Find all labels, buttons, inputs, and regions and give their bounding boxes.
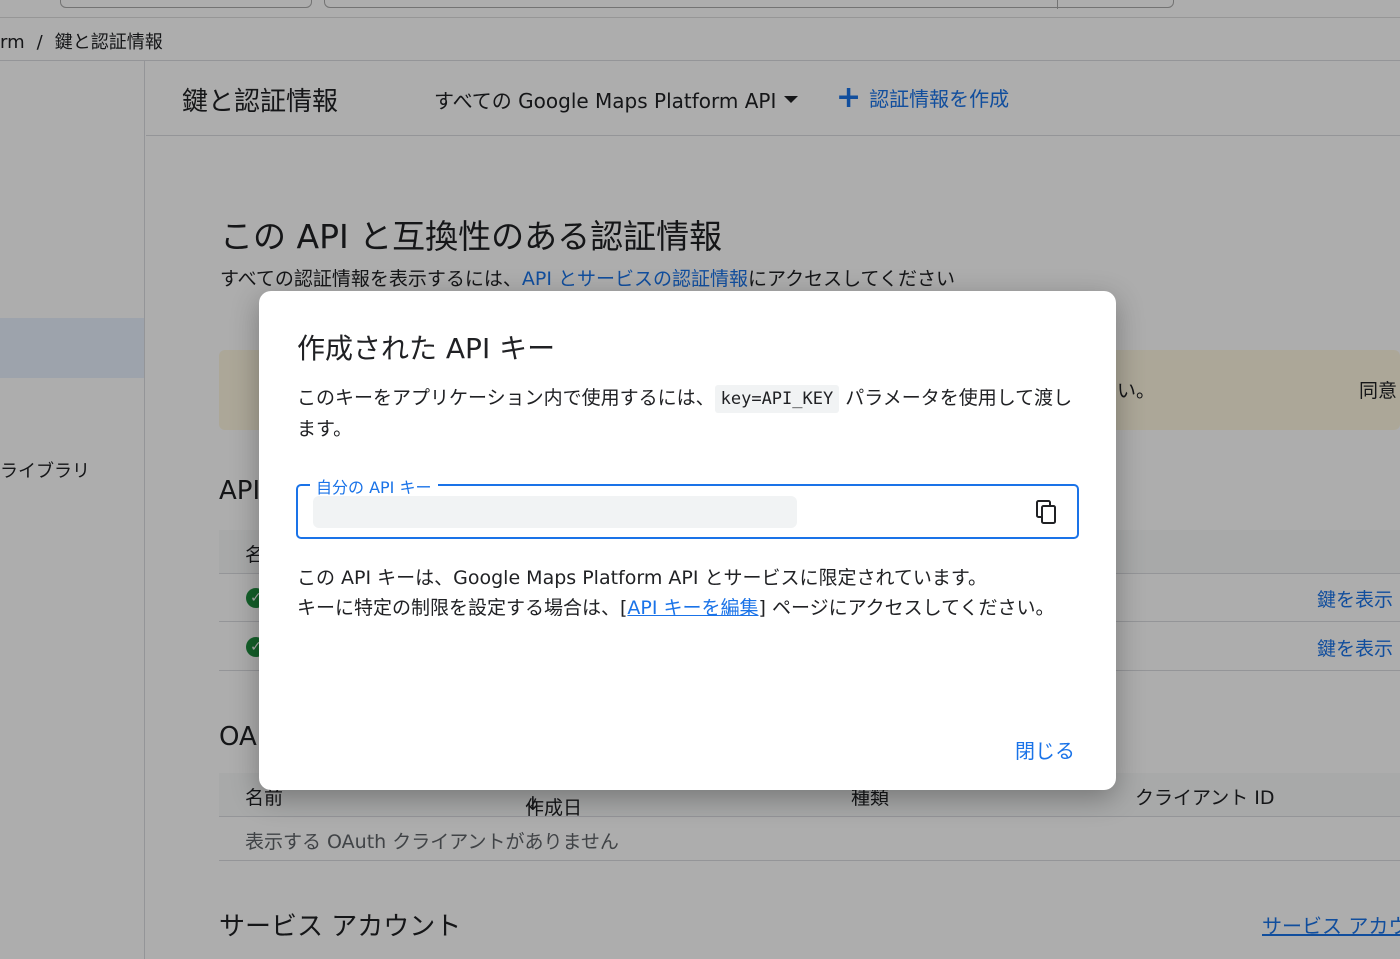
note-line-1: この API キーは、Google Maps Platform API とサービ… [297,567,988,589]
note-line-2: キーに特定の制限を設定する場合は、[API キーを編集] ページにアクセスしてく… [297,593,1087,623]
api-key-field-label: 自分の API キー [310,474,438,498]
code-snippet: key=API_KEY [714,385,840,413]
api-key-value[interactable] [313,496,797,528]
close-button[interactable]: 閉じる [1015,735,1075,764]
dialog-text-before: このキーをアプリケーション内で使用するには、 [297,387,715,409]
note-suffix: ] ページにアクセスしてください。 [758,597,1055,619]
note-prefix: キーに特定の制限を設定する場合は、[ [297,597,628,619]
api-key-field[interactable]: 自分の API キー [296,474,1079,539]
dialog-title: 作成された API キー [297,332,556,365]
edit-api-key-link[interactable]: API キーを編集 [627,597,758,619]
dialog-note: この API キーは、Google Maps Platform API とサービ… [297,563,1087,623]
dialog-description: このキーをアプリケーション内で使用するには、 key=API_KEY パラメータを… [297,383,1077,444]
copy-icon[interactable] [1034,499,1058,525]
api-key-created-dialog: 作成された API キー このキーをアプリケーション内で使用するには、 key=A… [259,291,1116,790]
